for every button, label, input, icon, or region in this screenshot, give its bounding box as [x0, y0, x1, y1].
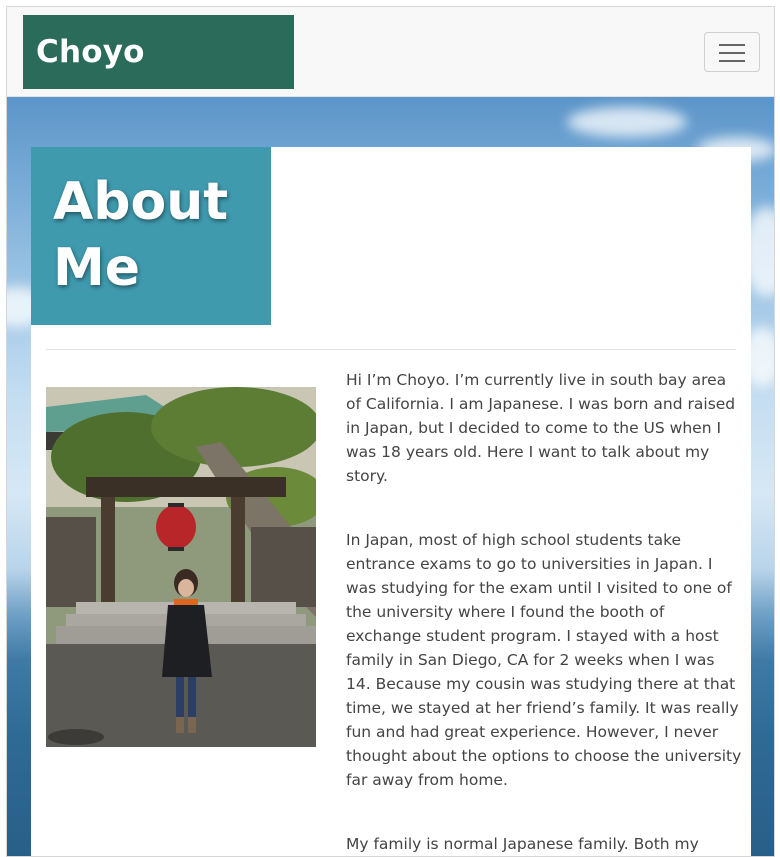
about-heading-line1: About: [53, 172, 229, 232]
navbar-toggle-button[interactable]: [704, 32, 760, 72]
hero-background: About Me Hi I’m Choyo. I’m currently liv…: [7, 97, 774, 856]
bio-paragraph: Hi I’m Choyo. I’m currently live in sout…: [346, 371, 736, 485]
navbar: Choyo Matsuta: [7, 7, 774, 144]
bio-paragraph: My family is normal Japanese family. Bot…: [346, 835, 699, 853]
site-brand[interactable]: Choyo Matsuta: [23, 15, 294, 144]
about-heading: About Me: [31, 147, 271, 325]
profile-photo: [46, 387, 316, 747]
about-heading-line2: Me: [53, 238, 141, 298]
section-divider: [46, 349, 736, 350]
bio-paragraph: In Japan, most of high school students t…: [346, 531, 742, 789]
about-card: About Me Hi I’m Choyo. I’m currently liv…: [31, 147, 751, 856]
bio-text: Hi I’m Choyo. I’m currently live in sout…: [346, 368, 742, 856]
browser-viewport: Choyo Matsuta About Me: [6, 6, 775, 857]
